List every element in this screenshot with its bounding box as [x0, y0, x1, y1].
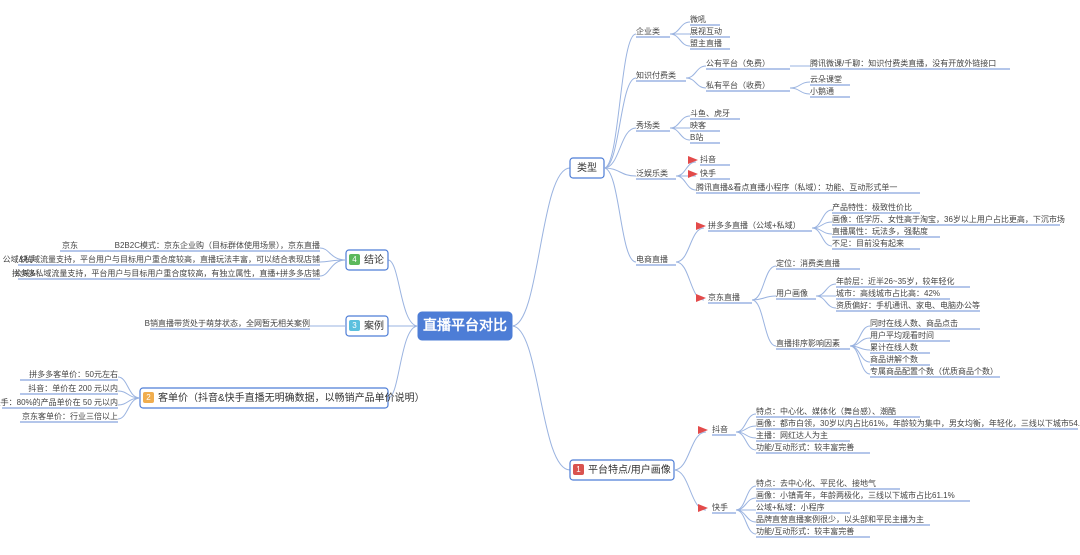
svg-text:微吼: 微吼	[690, 14, 706, 24]
svg-text:定位：消费类直播: 定位：消费类直播	[776, 258, 840, 268]
svg-text:品牌直营直播案例很少，以头部和平民主播为主: 品牌直营直播案例很少，以头部和平民主播为主	[756, 514, 924, 524]
svg-text:公域&私域流量支持，平台用户与目标用户重合度较高，直播玩法丰: 公域&私域流量支持，平台用户与目标用户重合度较高，直播玩法丰富，可以结合表现店铺	[3, 254, 320, 264]
flag-icon	[696, 294, 706, 302]
svg-text:直播排序影响因素[interactable]: 直播排序影响因素	[776, 338, 840, 348]
svg-text:同时在线人数、商品点击: 同时在线人数、商品点击	[870, 318, 958, 328]
pdd-label[interactable]: 拼多多直播（公域+私域）	[708, 220, 801, 230]
svg-text:映客: 映客	[690, 120, 706, 130]
douyin-label[interactable]: 抖音	[712, 424, 728, 434]
branch-platform[interactable]: 1 平台特点/用户画像	[570, 460, 674, 480]
price-label: 客单价（抖音&快手直播无明确数据，以畅销产品单价说明）	[158, 391, 425, 404]
svg-text:1: 1	[576, 465, 581, 474]
case-item: B销直播带货处于萌芽状态，全网暂无相关案例	[145, 318, 310, 328]
svg-text:京东: 京东	[62, 240, 78, 250]
svg-text:城市：高线城市占比高：42%: 城市：高线城市占比高：42%	[836, 288, 940, 298]
svg-text:B站: B站	[690, 132, 703, 142]
svg-text:小鹅通: 小鹅通	[810, 86, 834, 96]
conclusion-label: 结论	[364, 253, 384, 266]
svg-text:公域&私域流量支持，平台用户与目标用户重合度较高，有独立属性: 公域&私域流量支持，平台用户与目标用户重合度较高，有独立属性，直播+拼多多店铺	[14, 268, 320, 278]
branch-case[interactable]: 3 案例	[346, 316, 388, 336]
zhishi-label[interactable]: 知识付费类	[636, 70, 676, 80]
svg-text:腾讯直播&看点直播小程序（私域）：功能、互动形式单一: 腾讯直播&看点直播小程序（私域）：功能、互动形式单一	[696, 182, 897, 192]
branch-conclusion[interactable]: 4 结论	[346, 250, 388, 270]
svg-text:云朵课堂: 云朵课堂	[810, 74, 842, 84]
svg-text:特点：中心化、媒体化（舞台感）、潮酷: 特点：中心化、媒体化（舞台感）、潮酷	[756, 406, 896, 416]
svg-text:快手: 快手	[20, 254, 36, 264]
svg-text:抖音: 抖音	[700, 154, 716, 164]
svg-text:3: 3	[352, 321, 357, 330]
branch-price[interactable]: 2 客单价（抖音&快手直播无明确数据，以畅销产品单价说明）	[140, 388, 425, 408]
qiyelei-label[interactable]: 企业类	[636, 26, 660, 36]
svg-text:快手：80%的产品单价在 50 元以内: 快手：80%的产品单价在 50 元以内	[0, 397, 118, 407]
svg-text:2: 2	[146, 393, 151, 402]
kuaishou-label[interactable]: 快手	[712, 502, 728, 512]
svg-text:商品讲解个数: 商品讲解个数	[870, 354, 918, 364]
svg-text:盟主直播: 盟主直播	[690, 38, 722, 48]
dianshang-label[interactable]: 电商直播	[636, 254, 668, 264]
svg-text:累计在线人数: 累计在线人数	[870, 342, 918, 352]
svg-text:私有平台（收费）[interactable]: 私有平台（收费）	[706, 80, 770, 90]
fanyu-label[interactable]: 泛娱乐类	[636, 168, 668, 178]
xiuchang-label[interactable]: 秀场类	[636, 120, 660, 130]
svg-text:快手: 快手	[700, 168, 716, 178]
branch-type[interactable]: 类型	[570, 158, 604, 178]
type-label: 类型	[577, 161, 597, 174]
flag-icon	[688, 170, 698, 178]
svg-text:用户画像[interactable]: 用户画像	[776, 288, 808, 298]
svg-text:B2B2C模式：京东企业购（目标群体使用场景），京东直播: B2B2C模式：京东企业购（目标群体使用场景），京东直播	[115, 240, 320, 250]
svg-text:不足：目前没有起来: 不足：目前没有起来	[832, 238, 904, 248]
svg-text:拼多多: 拼多多	[12, 268, 36, 278]
svg-text:用户平均观看时间: 用户平均观看时间	[870, 330, 934, 340]
svg-text:功能/互动形式：较丰富完善: 功能/互动形式：较丰富完善	[756, 442, 854, 452]
jd-label[interactable]: 京东直播	[708, 292, 740, 302]
svg-text:公域+私域：小程序: 公域+私域：小程序	[756, 502, 825, 512]
svg-text:产品特性：极致性价比: 产品特性：极致性价比	[832, 202, 912, 212]
platform-label: 平台特点/用户画像	[588, 463, 671, 476]
svg-text:特点：去中心化、平民化、接地气: 特点：去中心化、平民化、接地气	[756, 478, 876, 488]
svg-text:直播属性：玩法多，强黏度: 直播属性：玩法多，强黏度	[832, 226, 928, 236]
svg-text:专属商品配置个数（优质商品个数）: 专属商品配置个数（优质商品个数）	[870, 366, 998, 376]
case-label: 案例	[364, 319, 384, 332]
svg-text:画像：低学历、女性高于淘宝，36岁以上用户占比更高，下沉市场: 画像：低学历、女性高于淘宝，36岁以上用户占比更高，下沉市场	[832, 214, 1065, 224]
conclusion-items: B2B2C模式：京东企业购（目标群体使用场景），京东直播 京东 公域&私域流量支…	[3, 240, 320, 279]
root-node[interactable]: 直播平台对比	[418, 312, 512, 340]
svg-text:画像：小镇青年，年龄两极化，三线以下城市占比61.1%: 画像：小镇青年，年龄两极化，三线以下城市占比61.1%	[756, 490, 955, 500]
svg-text:4: 4	[352, 255, 357, 264]
svg-text:腾讯微课/千聊：知识付费类直播，没有开放外链接口: 腾讯微课/千聊：知识付费类直播，没有开放外链接口	[810, 58, 996, 68]
flag-icon	[698, 504, 708, 512]
svg-text:公有平台（免费）[interactable]: 公有平台（免费）	[706, 58, 770, 68]
svg-text:京东客单价：行业三倍以上: 京东客单价：行业三倍以上	[22, 411, 118, 421]
root-label: 直播平台对比	[423, 317, 507, 333]
mindmap-canvas: 直播平台对比 4 结论 B2B2C模式：京东企业购（目标群体使用场景），京东直播…	[0, 0, 1080, 555]
svg-text:展视互动: 展视互动	[690, 26, 722, 36]
svg-text:功能/互动形式：较丰富完善: 功能/互动形式：较丰富完善	[756, 526, 854, 536]
svg-text:画像：都市白领，30岁以内占比61%，年龄较为集中，男女均衡: 画像：都市白领，30岁以内占比61%，年龄较为集中，男女均衡，年轻化，三线以下城…	[756, 418, 1080, 428]
svg-text:抖音：单价在 200 元以内: 抖音：单价在 200 元以内	[28, 383, 118, 393]
svg-text:拼多多客单价：50元左右: 拼多多客单价：50元左右	[29, 369, 118, 379]
svg-text:资质偏好：手机通讯、家电、电脑办公等: 资质偏好：手机通讯、家电、电脑办公等	[836, 300, 980, 310]
svg-text:斗鱼、虎牙: 斗鱼、虎牙	[690, 108, 730, 118]
svg-text:主播：网红达人为主: 主播：网红达人为主	[756, 430, 828, 440]
svg-text:年龄层：近半26~35岁，较年轻化: 年龄层：近半26~35岁，较年轻化	[836, 276, 954, 286]
price-items: 拼多多客单价：50元左右 抖音：单价在 200 元以内 快手：80%的产品单价在…	[0, 369, 118, 422]
